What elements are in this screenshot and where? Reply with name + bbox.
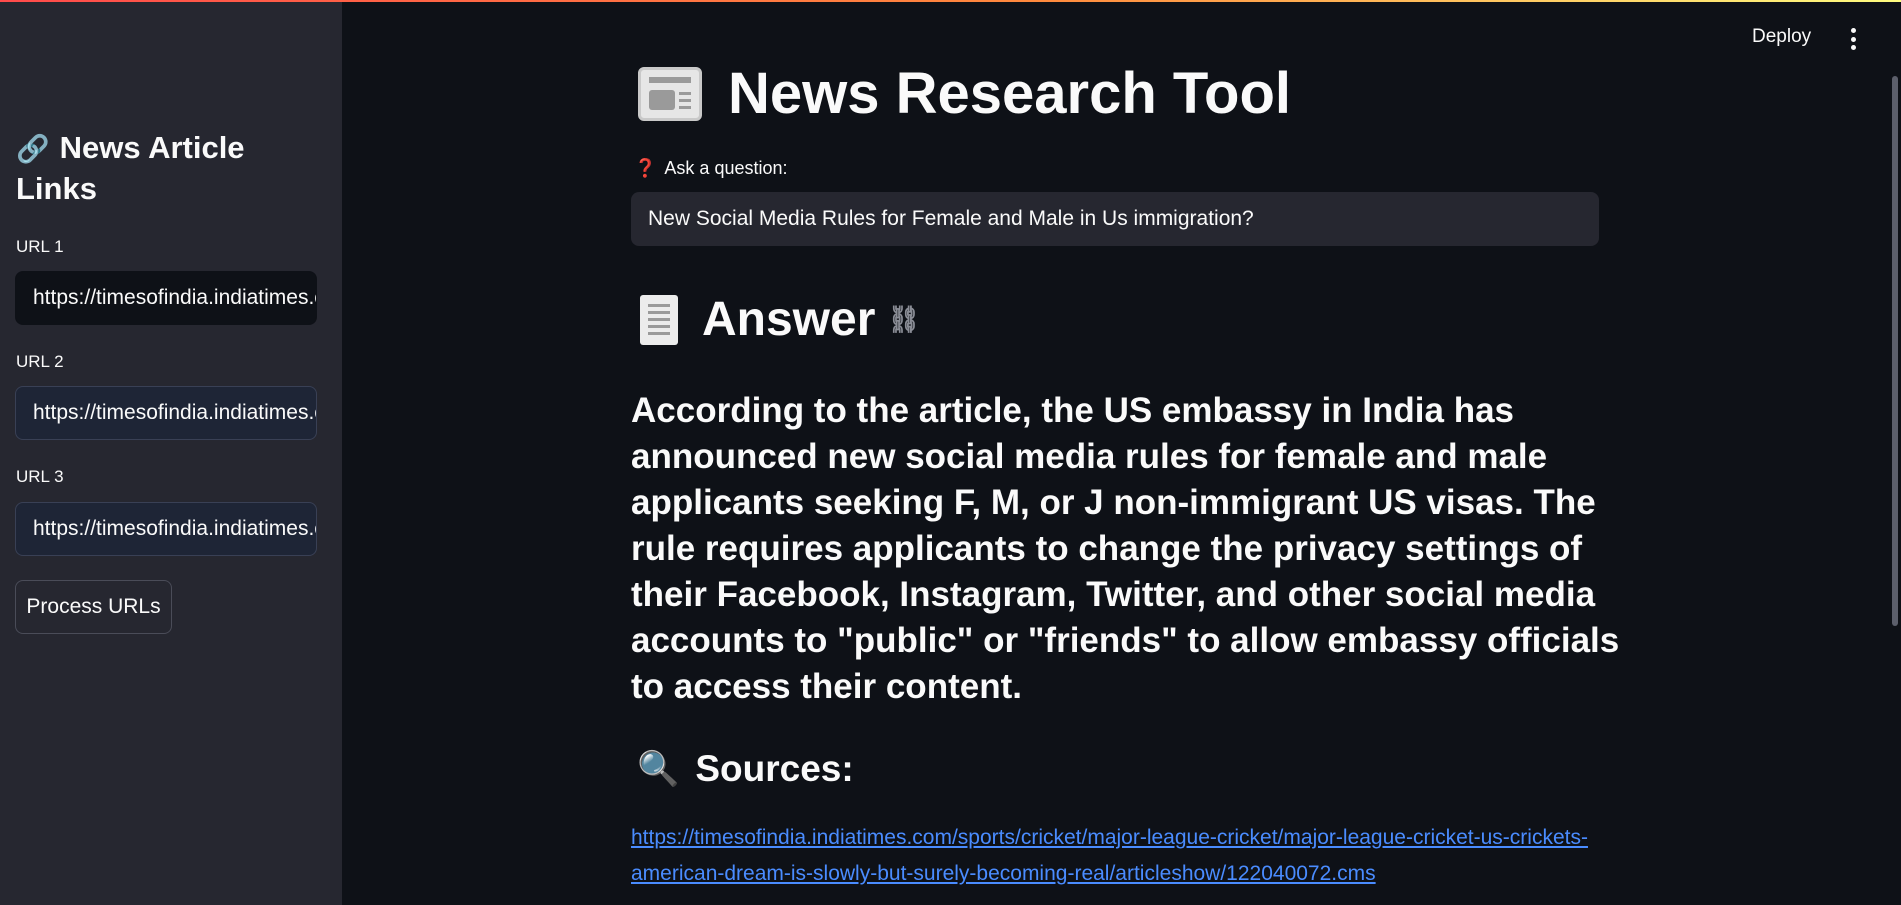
sidebar-title: 🔗 News Article Links	[16, 128, 326, 209]
top-accent-stripe	[0, 0, 1901, 2]
more-vert-icon[interactable]	[1849, 28, 1857, 50]
url-1-label: URL 1	[16, 237, 64, 256]
page-title: News Research Tool	[638, 58, 1291, 130]
answer-text: According to the article, the US embassy…	[631, 391, 1620, 706]
scrollbar[interactable]	[1892, 76, 1898, 626]
sidebar: 🔗 News Article Links URL 1 https://timeso…	[0, 0, 342, 905]
receipt-icon	[640, 294, 678, 345]
url-3-label: URL 3	[16, 467, 64, 486]
anchor-link-icon[interactable]: ⛓	[887, 304, 920, 335]
sidebar-title-text: News Article Links	[16, 130, 245, 206]
url-2-input[interactable]: https://timesofindia.indiatimes.com/	[15, 386, 317, 440]
question-label-text: Ask a question:	[664, 158, 788, 178]
newspaper-icon	[638, 67, 702, 121]
sources-heading: 🔍 Sources:	[637, 748, 854, 790]
answer-heading-text: Answer	[702, 293, 876, 346]
url-3-input[interactable]: https://timesofindia.indiatimes.com/	[15, 502, 317, 556]
sources-heading-text: Sources:	[695, 748, 854, 789]
magnifier-icon: 🔍	[637, 750, 680, 788]
source-link[interactable]: https://timesofindia.indiatimes.com/spor…	[631, 820, 1591, 892]
url-1-input[interactable]: https://timesofindia.indiatimes.com/	[15, 271, 317, 325]
link-icon: 🔗	[16, 134, 50, 164]
question-input[interactable]: New Social Media Rules for Female and Ma…	[631, 192, 1599, 246]
url-2-label: URL 2	[16, 352, 64, 371]
question-label: ❓ Ask a question:	[634, 158, 788, 179]
answer-heading: Answer ⛓	[640, 292, 920, 347]
process-urls-button[interactable]: Process URLs	[15, 580, 172, 634]
question-mark-icon: ❓	[634, 158, 657, 178]
deploy-button[interactable]: Deploy	[1752, 26, 1811, 48]
page-title-text: News Research Tool	[728, 61, 1292, 126]
